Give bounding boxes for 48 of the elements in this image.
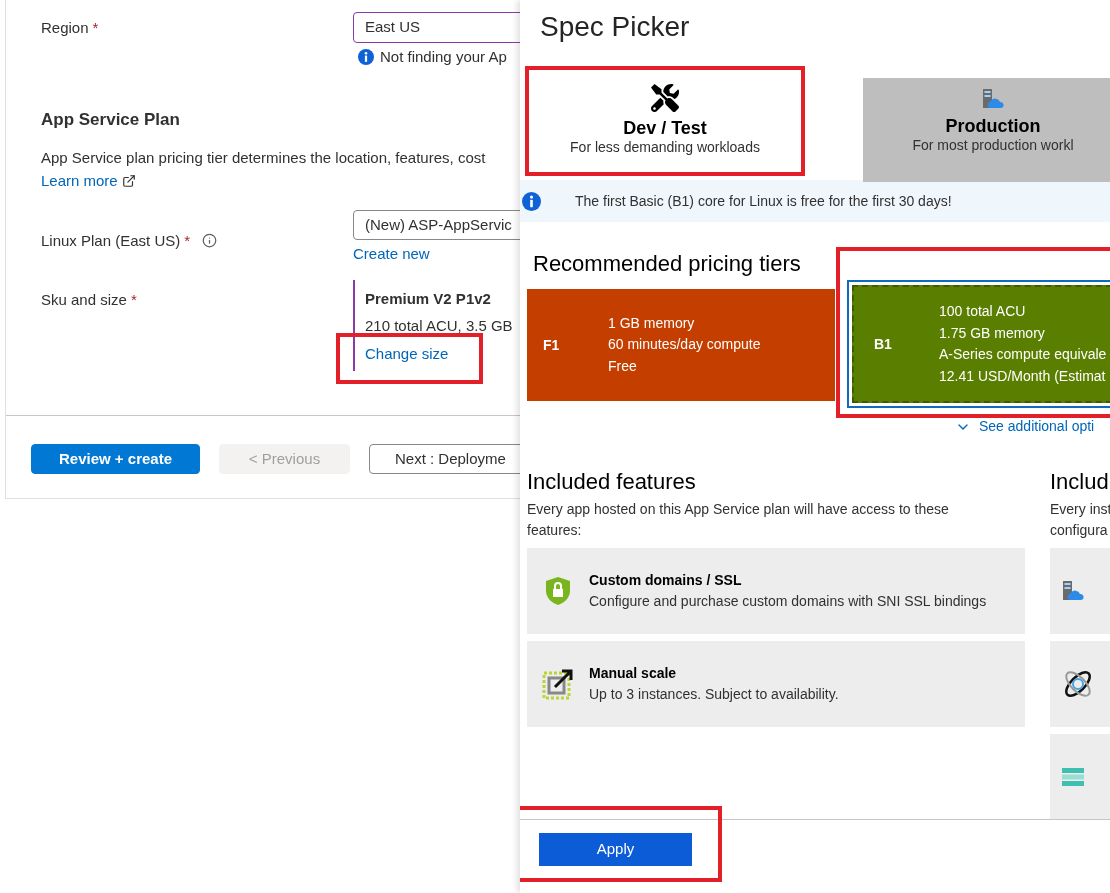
section-heading: Includ bbox=[1050, 469, 1110, 495]
required-mark: * bbox=[184, 230, 191, 251]
tier-detail: A-Series compute equivale bbox=[939, 345, 1107, 364]
tier-detail: 1.75 GB memory bbox=[939, 323, 1046, 343]
field-label: Sku and size bbox=[41, 290, 127, 308]
feature-text: Up to 3 instances. Subject to availability. bbox=[589, 685, 839, 704]
feature-text: Configure and purchase custom domains with SNI SSL bindings bbox=[589, 592, 987, 611]
shield-lock-icon bbox=[545, 576, 571, 606]
section-description: App Service plan pricing tier determines the location, features, cost bbox=[41, 148, 487, 168]
info-icon bbox=[358, 49, 374, 66]
tools-icon bbox=[651, 84, 679, 112]
external-link-icon bbox=[121, 173, 136, 188]
see-more-link[interactable]: See additional opti bbox=[979, 416, 1095, 437]
tier-detail: 100 total ACU bbox=[939, 302, 1027, 321]
section-heading: Recommended pricing tiers bbox=[533, 250, 801, 278]
wizard-button[interactable]: Next : Deployme bbox=[369, 444, 520, 474]
panel-title: Spec Picker bbox=[540, 10, 691, 44]
sku-detail: 210 total ACU, 3.5 GB bbox=[365, 316, 514, 336]
sku-name: Premium V2 P1v2 bbox=[365, 288, 492, 309]
section-description: configura bbox=[1050, 521, 1109, 540]
field-label: Linux Plan (East US) bbox=[41, 230, 181, 251]
learn-more-link[interactable]: Learn more bbox=[41, 169, 118, 192]
pricing-tier-tile[interactable]: F1 1 GB memory 60 minutes/day compute Free bbox=[527, 289, 835, 401]
required-mark: * bbox=[130, 290, 137, 308]
tier-detail: Free bbox=[608, 356, 638, 376]
change-size-link[interactable]: Change size bbox=[365, 344, 449, 362]
tier-detail: 12.41 USD/Month (Estimat bbox=[939, 366, 1107, 386]
section-description: Every app hosted on this App Service plan will have access to these features: bbox=[527, 500, 950, 540]
apply-button[interactable]: Apply bbox=[539, 833, 692, 866]
tier-detail: 1 GB memory bbox=[608, 313, 696, 333]
wizard-button[interactable]: Review + create bbox=[31, 444, 200, 474]
info-icon bbox=[522, 191, 541, 211]
tier-detail: 60 minutes/day compute bbox=[608, 335, 761, 355]
hint-text: Not finding your Ap bbox=[380, 47, 507, 67]
category-tab[interactable]: Production For most production workl bbox=[863, 78, 1110, 182]
storage-icon bbox=[1062, 768, 1084, 786]
info-icon bbox=[202, 233, 218, 249]
section-heading: Included features bbox=[527, 469, 697, 495]
field-label: Region bbox=[41, 19, 89, 36]
orbit-icon bbox=[1062, 668, 1094, 700]
notice-text: The first Basic (B1) core for Linux is free for the first 30 days! bbox=[575, 191, 952, 211]
server-cloud-icon bbox=[1062, 580, 1084, 602]
section-heading: App Service Plan bbox=[41, 108, 181, 131]
feature-title: Custom domains / SSL bbox=[589, 571, 743, 590]
server-cloud-icon bbox=[982, 88, 1004, 110]
feature-title: Manual scale bbox=[589, 664, 678, 683]
required-mark: * bbox=[92, 19, 99, 36]
create-new-link[interactable]: Create new bbox=[353, 243, 430, 266]
